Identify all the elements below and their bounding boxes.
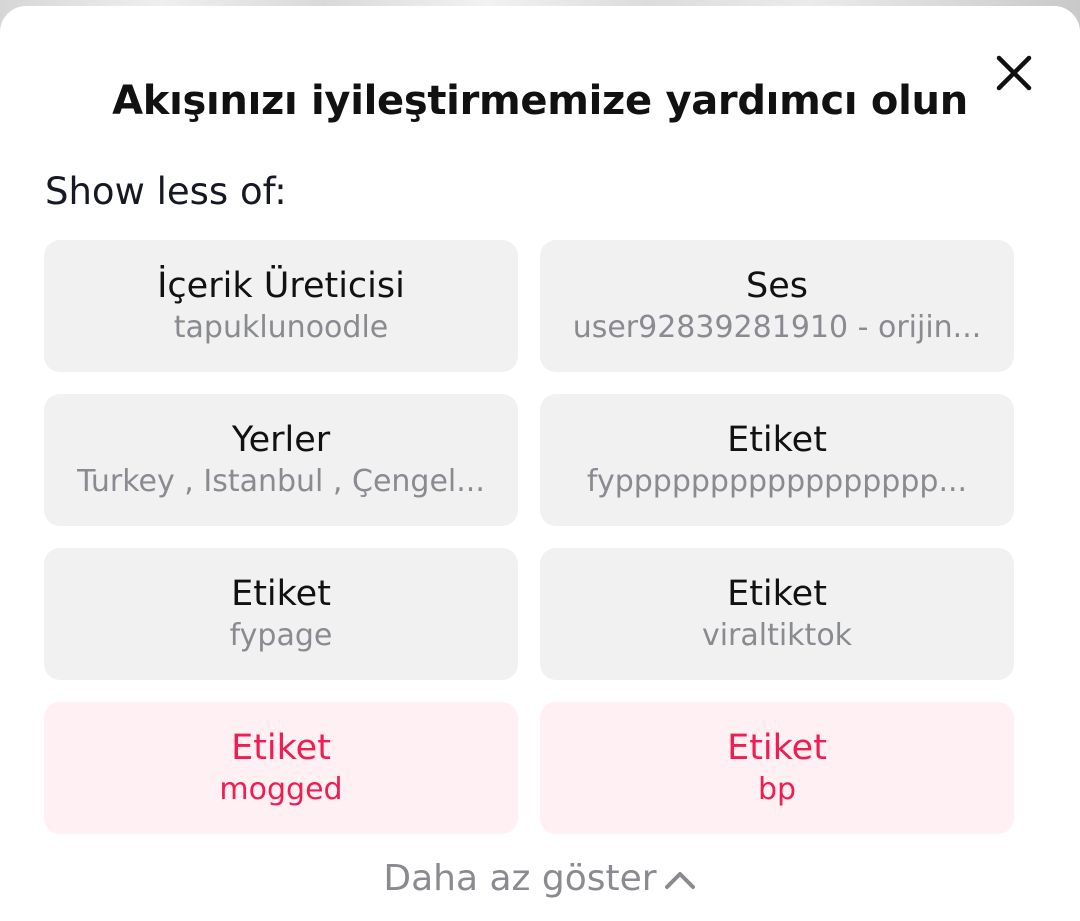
option-value: fyppppppppppppppppp... [586,464,968,499]
option-value: Turkey , Istanbul , Çengel... [77,464,485,499]
option-value: user92839281910 - orijin... [572,310,982,345]
option-creator-card[interactable]: İçerik Üreticisi tapuklunoodle [44,240,518,372]
show-less-of-heading: Show less of: [45,170,287,213]
show-less-label: Daha az göster [383,858,657,899]
close-button[interactable] [988,47,1040,99]
option-hashtag-card-selected[interactable]: Etiket mogged [44,702,518,834]
option-label: Etiket [727,420,827,460]
option-label: Etiket [727,574,827,614]
option-hashtag-card[interactable]: Etiket viraltiktok [540,548,1014,680]
option-sound-card[interactable]: Ses user92839281910 - orijin... [540,240,1014,372]
option-value: viraltiktok [701,618,853,653]
chevron-up-icon [664,871,695,889]
option-label: Ses [746,266,808,306]
option-label: Etiket [727,728,827,768]
option-places-card[interactable]: Yerler Turkey , Istanbul , Çengel... [44,394,518,526]
option-label: Etiket [231,574,331,614]
option-value: mogged [219,772,343,807]
option-value: bp [757,772,797,807]
option-value: tapuklunoodle [173,310,389,345]
option-label: İçerik Üreticisi [157,266,405,306]
show-less-button[interactable]: Daha az göster [0,858,1080,899]
option-label: Yerler [231,420,331,460]
option-value: fypage [229,618,333,653]
option-hashtag-card[interactable]: Etiket fyppppppppppppppppp... [540,394,1014,526]
options-grid: İçerik Üreticisi tapuklunoodle Ses user9… [44,240,1014,834]
option-hashtag-card-selected[interactable]: Etiket bp [540,702,1014,834]
close-icon [996,55,1032,91]
dialog-title: Akışınızı iyileştirmemize yardımcı olun [112,78,968,124]
option-hashtag-card[interactable]: Etiket fypage [44,548,518,680]
option-label: Etiket [231,728,331,768]
